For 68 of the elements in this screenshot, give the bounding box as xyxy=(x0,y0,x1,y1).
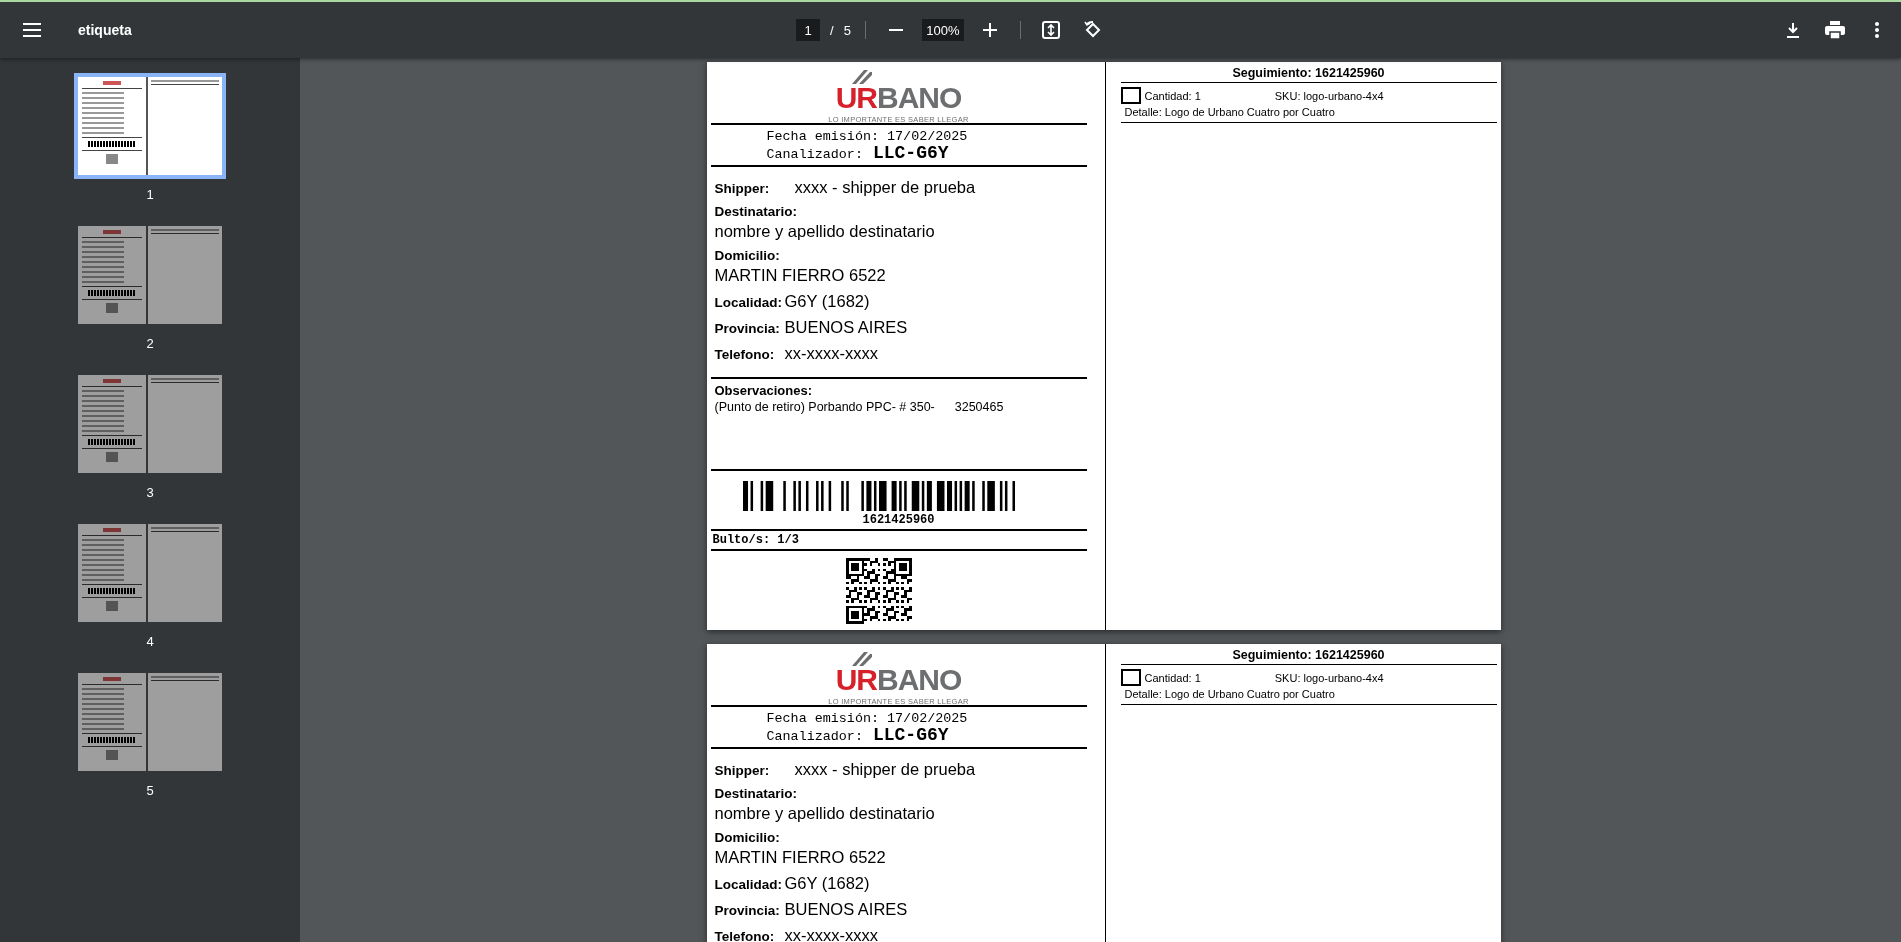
page-number-label: 4 xyxy=(146,634,154,649)
page-number-label: 5 xyxy=(146,783,154,798)
brand-logo: URBANO xyxy=(835,652,962,694)
field-label: Provincia: xyxy=(714,903,781,918)
field-value: xxxx - shipper de prueba xyxy=(794,759,976,779)
package-count: Bulto/s: 1/3 xyxy=(711,532,800,549)
channeler-code: LLC-G6Y xyxy=(872,725,949,745)
barcode-number: 1621425960 xyxy=(862,513,935,527)
page-thumbnail[interactable] xyxy=(74,73,226,179)
more-icon xyxy=(1875,22,1879,38)
download-icon xyxy=(1786,22,1800,38)
item-quantity: Cantidad: 1 xyxy=(1144,671,1201,684)
page-separator: / xyxy=(830,22,834,38)
observations-label: Observaciones: xyxy=(714,383,814,398)
checkbox[interactable] xyxy=(1120,669,1141,686)
item-detail: Detalle: Logo de Urbano Cuatro por Cuatro xyxy=(1123,688,1336,700)
field-value: xx-xxxx-xxxx xyxy=(784,925,878,942)
field-value: xxxx - shipper de prueba xyxy=(794,177,976,197)
fit-page-icon xyxy=(1041,21,1060,39)
page-count: 5 xyxy=(843,22,851,38)
field-label: Provincia: xyxy=(714,321,781,336)
field-label: Shipper: xyxy=(714,181,771,196)
field-label: Domicilio: xyxy=(714,830,781,845)
brand-logo: URBANO xyxy=(835,70,962,112)
item-sku: SKU: logo-urbano-4x4 xyxy=(1274,671,1384,684)
item-quantity: Cantidad: 1 xyxy=(1144,89,1201,102)
page-number-field[interactable]: 1 xyxy=(796,19,820,41)
field-value: BUENOS AIRES xyxy=(784,317,908,337)
emission-date: 17/02/2025 xyxy=(887,711,968,726)
field-label: Telefono: xyxy=(714,347,776,362)
emission-label: Fecha emisión: xyxy=(766,129,879,144)
field-label: Telefono: xyxy=(714,929,776,942)
print-icon xyxy=(1825,21,1845,39)
channeler-code: LLC-G6Y xyxy=(872,143,949,163)
emission-date: 17/02/2025 xyxy=(887,129,968,144)
zoom-field[interactable]: 100% xyxy=(921,19,964,41)
field-value: G6Y (1682) xyxy=(784,291,870,311)
field-label: Localidad: xyxy=(714,877,783,892)
observations-text: 3250465 xyxy=(954,400,1004,414)
field-label: Destinatario: xyxy=(714,786,799,801)
emission-label: Fecha emisión: xyxy=(766,711,879,726)
page-number-label: 2 xyxy=(146,336,154,351)
page-number-label: 1 xyxy=(146,187,154,202)
observations-text: (Punto de retiro) Porbando PPC- # 350- xyxy=(714,400,935,414)
checkbox[interactable] xyxy=(1120,87,1141,104)
menu-icon xyxy=(23,23,41,37)
document-title: etiqueta xyxy=(78,22,132,38)
field-value: nombre y apellido destinatario xyxy=(714,221,936,241)
plus-icon xyxy=(982,23,997,37)
field-label: Localidad: xyxy=(714,295,783,310)
field-label: Shipper: xyxy=(714,763,771,778)
item-sku: SKU: logo-urbano-4x4 xyxy=(1274,89,1384,102)
page-number-label: 3 xyxy=(146,485,154,500)
channeler-label: Canalizador: xyxy=(766,147,863,162)
field-value: xx-xxxx-xxxx xyxy=(784,343,878,363)
field-value: BUENOS AIRES xyxy=(784,899,908,919)
channeler-label: Canalizador: xyxy=(766,729,863,744)
item-detail: Detalle: Logo de Urbano Cuatro por Cuatro xyxy=(1123,106,1336,118)
rotate-icon xyxy=(1082,20,1103,40)
field-value: G6Y (1682) xyxy=(784,873,870,893)
field-value: MARTIN FIERRO 6522 xyxy=(714,847,887,867)
field-label: Domicilio: xyxy=(714,248,781,263)
tracking-number: Seguimiento: 1621425960 xyxy=(1120,66,1497,83)
field-value: nombre y apellido destinatario xyxy=(714,803,936,823)
field-label: Destinatario: xyxy=(714,204,799,219)
minus-icon xyxy=(888,29,903,31)
field-value: MARTIN FIERRO 6522 xyxy=(714,265,887,285)
tracking-number: Seguimiento: 1621425960 xyxy=(1120,648,1497,665)
